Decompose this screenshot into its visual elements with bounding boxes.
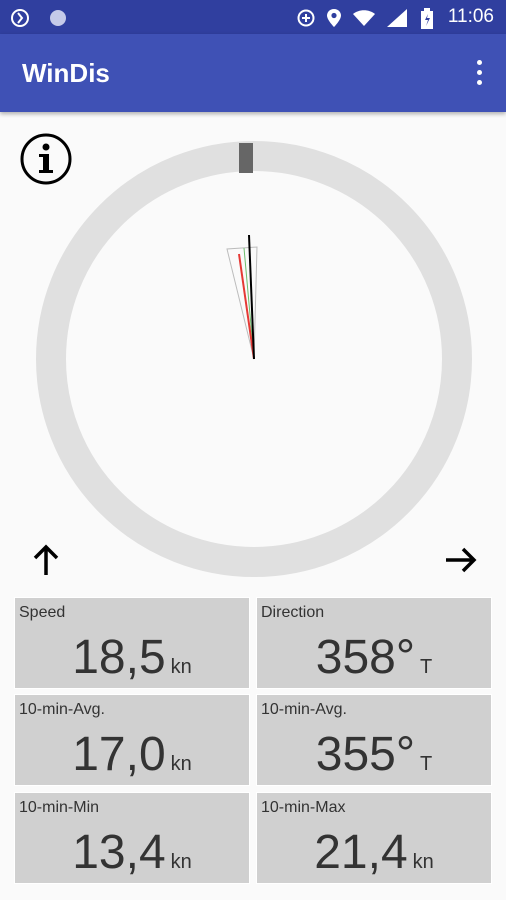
- tile-label: 10-min-Avg.: [19, 701, 105, 718]
- max-speed-tile: 10-min-Max 21,4 kn: [256, 792, 492, 884]
- tile-label: Speed: [19, 604, 66, 621]
- wind-compass: [36, 141, 472, 577]
- max-speed-value: 21,4: [314, 826, 408, 879]
- min-speed-tile: 10-min-Min 13,4 kn: [14, 792, 250, 884]
- data-saver-icon: [297, 9, 315, 27]
- min-speed-value: 13,4: [72, 826, 166, 879]
- avg-speed-tile: 10-min-Avg. 17,0 kn: [14, 694, 250, 786]
- sync-icon: [11, 9, 29, 27]
- arrow-right-icon: [446, 547, 477, 573]
- arrow-up-icon: [33, 544, 59, 575]
- direction-value: 358°: [315, 631, 416, 684]
- direction-tile: Direction 358° T: [256, 597, 492, 689]
- battery-icon: [421, 8, 433, 29]
- speed-tile: Speed 18,5 kn: [14, 597, 250, 689]
- min-speed-unit: kn: [170, 851, 192, 873]
- signal-icon: [387, 9, 407, 27]
- max-speed-unit: kn: [412, 851, 434, 873]
- status-time: 11:06: [447, 6, 494, 27]
- tile-label: 10-min-Max: [261, 799, 346, 816]
- tile-label: 10-min-Min: [19, 799, 100, 816]
- avg-speed-unit: kn: [170, 753, 192, 775]
- avg-direction-unit: T: [420, 753, 433, 775]
- avg-speed-value: 17,0: [72, 728, 166, 781]
- tile-label: Direction: [261, 604, 325, 621]
- status-bar: 11:06: [0, 0, 506, 34]
- more-vert-icon[interactable]: [474, 60, 484, 88]
- direction-marker: [239, 143, 253, 173]
- app-title: WinDis: [22, 58, 110, 88]
- speed-value: 18,5: [72, 631, 166, 684]
- speed-unit: kn: [170, 656, 192, 678]
- avg-direction-tile: 10-min-Avg. 355° T: [256, 694, 492, 786]
- circle-icon: [50, 10, 66, 26]
- wifi-icon: [353, 10, 375, 26]
- location-icon: [327, 9, 341, 27]
- direction-unit: T: [420, 656, 433, 678]
- app-bar: WinDis: [0, 34, 506, 112]
- tile-label: 10-min-Avg.: [261, 701, 347, 718]
- avg-direction-value: 355°: [315, 728, 416, 781]
